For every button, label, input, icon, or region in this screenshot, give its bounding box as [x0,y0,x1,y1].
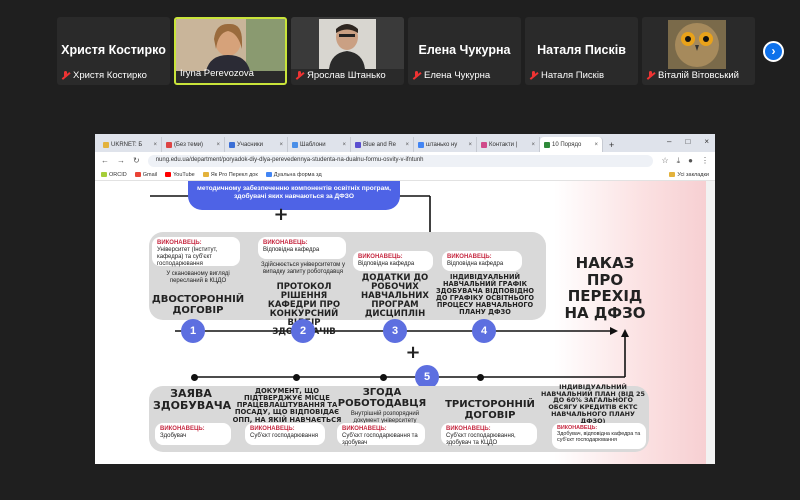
mic-muted-icon [529,71,538,80]
executor-card: ВИКОНАВЕЦЬ: Відповідна кафедра [353,251,433,271]
executor-card: ВИКОНАВЕЦЬ: Університет (Інститут, кафедр… [152,237,240,267]
tab-favicon-icon [229,141,235,148]
close-tab-icon[interactable]: × [279,142,283,148]
step-title: ДВОСТОРОННІЙ ДОГОВІР [151,294,245,316]
close-tab-icon[interactable]: × [342,142,346,148]
executor-card: ВИКОНАВЕЦЬ: Відповідна кафедра [258,237,346,259]
tab-bar: UKRNET: Б × (Без теми) × Учасники × Шаблони… [95,134,715,152]
menu-icon[interactable]: ⋮ [701,156,709,165]
forward-icon[interactable]: → [117,156,125,165]
participant-name: Віталій Вітовський [658,70,739,81]
bookmark-item[interactable]: Як Pro Перекл док [202,172,258,178]
step-title: ІНДИВІДУАЛЬНИЙ НАВЧАЛЬНИЙ ПЛАН (ВІД 25 Д… [541,383,645,425]
step-title: ІНДИВІДУАЛЬНИЙ НАВЧАЛЬНИЙ ГРАФІК ЗДОБУВА… [435,273,535,316]
participant-display-name: Христя Костирко [61,43,166,57]
close-tab-icon[interactable]: × [153,142,157,148]
mic-muted-icon [412,71,421,80]
star-icon[interactable]: ☆ [661,156,668,165]
mic-muted-icon [295,71,304,80]
close-tab-icon[interactable]: × [216,142,220,148]
executor-card: ВИКОНАВЕЦЬ: Відповідна кафедра [442,251,522,271]
executor-card: ВИКОНАВЕЦЬ: Здобувач [155,423,231,445]
participant-name: Елена Чукурна [424,70,491,81]
participant-avatar-owl [642,17,755,69]
browser-tab[interactable]: штанько ну × [414,137,477,152]
browser-tab[interactable]: (Без теми) × [162,137,225,152]
participant-tile-active-speaker[interactable]: Iryna Perevozova [174,17,287,85]
step-note: Здійснюється університетом у випадку зап… [261,262,345,275]
step-number-2: 2 [291,319,315,343]
profile-icon[interactable]: ● [688,156,693,165]
new-tab-button[interactable]: + [603,140,620,152]
maximize-icon[interactable]: □ [685,137,690,146]
bookmark-item[interactable]: YouTube [165,172,195,178]
close-tab-icon[interactable]: × [531,142,535,148]
executor-card: ВИКОНАВЕЦЬ: Суб'єкт господарювання, здобу… [441,423,537,446]
plus-sign: + [273,204,289,225]
mic-muted-icon [646,71,655,80]
step-number-4: 4 [472,319,496,343]
step-number-1: 1 [181,319,205,343]
participant-video [291,17,404,69]
participant-tile[interactable]: Христя Костирко Христя Костирко [57,17,170,85]
back-icon[interactable]: ← [101,156,109,165]
step-title: ТРИСТОРОННІЙ ДОГОВІР [445,399,535,421]
step-note: У сканованому вигляді пересланий в КЦДО [166,271,230,284]
download-icon[interactable]: ⤓ [677,156,681,166]
tab-favicon-icon [544,141,550,148]
shared-screen-browser: UKRNET: Б × (Без теми) × Учасники × Шаблони… [95,134,715,464]
bookmark-item[interactable]: Дуальна форма зд [265,172,322,178]
bookmark-item[interactable]: ORCID [101,172,127,178]
participant-display-name: Наталя Писків [537,43,626,57]
close-tab-icon[interactable]: × [594,142,598,148]
tab-favicon-icon [292,141,298,148]
participant-video [176,19,285,71]
reload-icon[interactable]: ↻ [133,156,140,165]
participant-name: Iryna Perevozova [180,68,254,79]
close-window-icon[interactable]: × [704,137,709,146]
close-tab-icon[interactable]: × [468,142,472,148]
browser-tab[interactable]: Шаблони × [288,137,351,152]
participant-name: Наталя Писків [541,70,604,81]
tab-favicon-icon [418,141,424,148]
participant-name: Ярослав Штанько [307,70,386,81]
all-bookmarks[interactable]: Усі закладки [669,172,709,178]
browser-tab-active[interactable]: 10 Порядо × [540,137,603,152]
bookmark-item[interactable]: Gmail [134,172,157,178]
plus-sign: + [405,342,421,363]
tab-favicon-icon [355,141,361,148]
previous-step-box: методичному забезпеченню компонентів осв… [188,181,400,210]
tab-favicon-icon [166,141,172,148]
participant-tile[interactable]: Ярослав Штанько [291,17,404,85]
executor-card: ВИКОНАВЕЦЬ: Суб'єкт господарювання та здо… [337,423,425,446]
step-title: ЗАЯВА ЗДОБУВАЧА [153,387,232,412]
result-title: НАКАЗ ПРО ПЕРЕХІД НА ДФЗО [564,254,646,322]
executor-card: ВИКОНАВЕЦЬ: Здобувач, відповідна кафедра … [552,423,646,449]
participant-tile[interactable]: Віталій Вітовський [642,17,755,85]
mic-muted-icon [61,71,70,80]
participant-tile[interactable]: Наталя Писків Наталя Писків [525,17,638,85]
step-number-3: 3 [383,319,407,343]
tab-favicon-icon [103,141,109,148]
executor-card: ВИКОНАВЕЦЬ: Суб'єкт господарювання [245,423,325,445]
address-bar-row: ← → ↻ nung.edu.ua/department/poryadok-di… [95,152,715,169]
browser-tab[interactable]: UKRNET: Б × [99,137,162,152]
process-infographic: методичному забезпеченню компонентів осв… [95,181,715,464]
browser-tab[interactable]: Учасники × [225,137,288,152]
minimize-icon[interactable]: – [667,137,671,146]
participant-name: Христя Костирко [73,70,147,81]
browser-tab[interactable]: Blue and Re × [351,137,414,152]
participant-tile[interactable]: Елена Чукурна Елена Чукурна [408,17,521,85]
browser-tab[interactable]: Контакти | × [477,137,540,152]
participant-strip: Христя Костирко Христя Костирко Iryna Pe… [0,0,800,90]
tab-favicon-icon [481,141,487,148]
close-tab-icon[interactable]: × [405,142,409,148]
step-title: ДОДАТКИ ДО РОБОЧИХ НАВЧАЛЬНИХ ПРОГРАМ ДИ… [361,273,429,319]
bookmarks-bar: ORCID Gmail YouTube Як Pro Перекл док Ду… [95,169,715,181]
participant-display-name: Елена Чукурна [418,43,511,57]
step-title: ЗГОДА РОБОТОДАВЦЯ [337,387,427,409]
url-field[interactable]: nung.edu.ua/department/poryadok-diy-dlya… [147,154,654,167]
next-page-button[interactable]: › [763,41,784,62]
